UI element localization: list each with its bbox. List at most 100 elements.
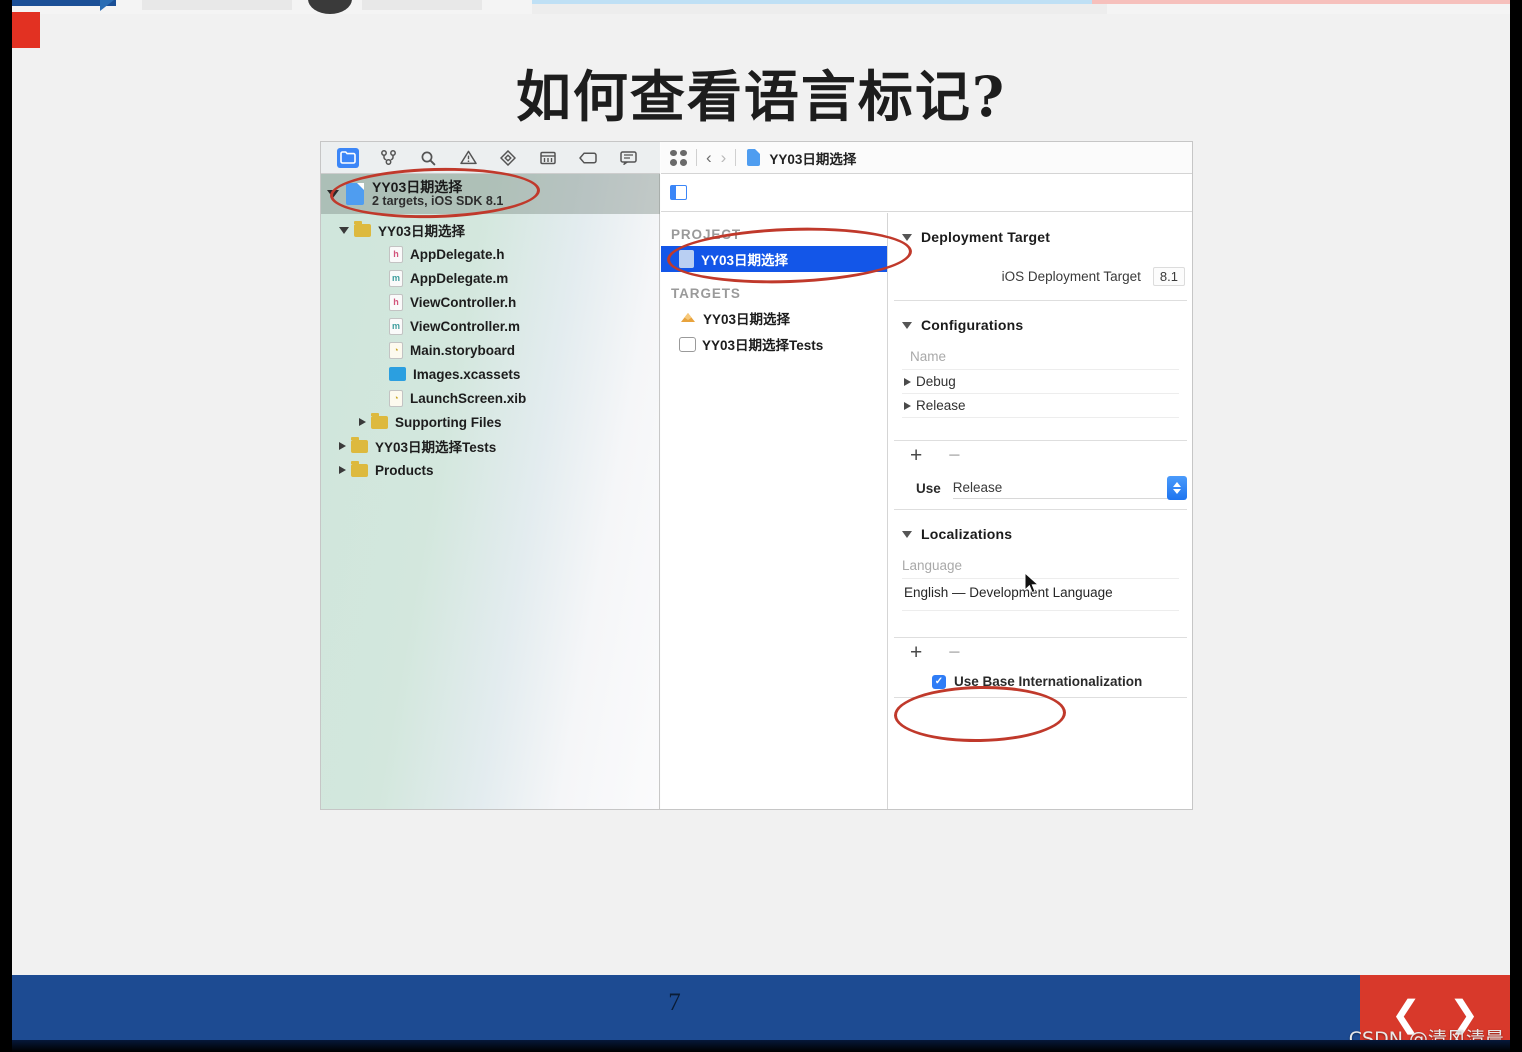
divider-after-localizations: [894, 697, 1187, 698]
use-label: Use: [916, 480, 941, 496]
deployment-target-section-header[interactable]: Deployment Target: [888, 213, 1192, 255]
tree-row[interactable]: m AppDelegate.m: [321, 266, 660, 290]
target-list-item-tests[interactable]: YY03日期选择Tests: [661, 331, 887, 357]
tree-row-label: Supporting Files: [395, 414, 502, 430]
xcode-window: YY03日期选择 2 targets, iOS SDK 8.1 YY03日期选择…: [320, 141, 1193, 810]
slide-title: 如何查看语言标记?: [515, 64, 1007, 129]
remove-localization-button[interactable]: −: [948, 642, 960, 663]
disclosure-triangle-icon[interactable]: [327, 190, 339, 198]
disclosure-triangle-icon[interactable]: [339, 226, 349, 234]
tree-row-label: Products: [375, 462, 434, 478]
tree-row[interactable]: Supporting Files: [321, 410, 660, 434]
tree-row-label: YY03日期选择Tests: [375, 440, 497, 455]
section-disclosure-icon-localizations[interactable]: [902, 530, 912, 538]
disclosure-triangle-icon[interactable]: [339, 442, 346, 450]
section-disclosure-icon[interactable]: [902, 233, 912, 241]
project-item-icon: [679, 250, 694, 268]
folder-icon: [351, 460, 368, 477]
jump-bar: ‹ › YY03日期选择: [661, 142, 1192, 174]
test-bundle-icon: [679, 336, 696, 352]
remove-configuration-button[interactable]: −: [948, 445, 960, 466]
disclosure-triangle-icon[interactable]: [339, 466, 346, 474]
slide-surface: 如何查看语言标记? YY03日期选择 2 targets, iOS SDK 8.…: [12, 0, 1510, 975]
folder-icon: [351, 436, 368, 453]
implementation-file-icon: m: [389, 317, 403, 335]
ios-deployment-target-value[interactable]: 8.1: [1152, 267, 1185, 286]
tree-row[interactable]: ◔ LaunchScreen.xib: [321, 386, 660, 410]
tree-row[interactable]: Products: [321, 458, 660, 482]
project-navigator-icon[interactable]: [337, 147, 359, 168]
add-localization-button[interactable]: +: [910, 642, 922, 663]
disclosure-triangle-icon[interactable]: [359, 418, 366, 426]
section-disclosure-icon-configurations[interactable]: [902, 321, 912, 329]
configurations-column-header: Name: [910, 349, 947, 364]
ios-deployment-target-label: iOS Deployment Target: [1001, 269, 1141, 284]
use-base-internationalization-row[interactable]: ✓ Use Base Internationalization: [888, 666, 1192, 697]
source-control-navigator-icon[interactable]: [377, 148, 399, 168]
targets-group-header: TARGETS: [671, 286, 741, 301]
truncated-top-chrome: [12, 0, 1510, 14]
tree-row[interactable]: h AppDelegate.h: [321, 242, 660, 266]
target-list-item-app[interactable]: YY03日期选择: [661, 305, 887, 331]
report-navigator-icon[interactable]: [617, 148, 639, 168]
use-base-internationalization-label: Use Base Internationalization: [954, 674, 1143, 689]
use-configuration-row: Use Release: [888, 469, 1192, 509]
navigator-project-row[interactable]: YY03日期选择 2 targets, iOS SDK 8.1: [321, 174, 660, 214]
localizations-column-header: Language: [902, 558, 963, 573]
use-base-internationalization-checkbox[interactable]: ✓: [932, 674, 946, 689]
configurations-section-header[interactable]: Configurations: [888, 301, 1192, 343]
ios-deployment-target-row: iOS Deployment Target 8.1: [888, 255, 1192, 300]
header-file-icon: h: [389, 293, 403, 311]
configurations-title: Configurations: [921, 317, 1024, 333]
assets-icon: [389, 367, 406, 381]
config-disclosure-icon-debug[interactable]: [904, 377, 911, 386]
toggle-project-list-icon[interactable]: [670, 185, 687, 200]
localizations-section-header[interactable]: Localizations: [888, 510, 1192, 552]
chrome-ghost-text-b: [362, 0, 482, 10]
jumpbar-divider-2: [735, 149, 737, 166]
tree-row[interactable]: ◔ Main.storyboard: [321, 338, 660, 362]
localizations-title: Localizations: [921, 526, 1013, 542]
configuration-row-release[interactable]: Release: [888, 394, 1192, 417]
storyboard-file-icon: ◔: [389, 341, 403, 359]
configurations-add-remove-bar: + −: [888, 441, 1192, 469]
search-navigator-icon[interactable]: [417, 148, 439, 168]
use-configuration-popup[interactable]: Release: [952, 476, 1187, 500]
tree-row[interactable]: YY03日期选择: [321, 218, 660, 242]
page-number: 7: [668, 989, 681, 1016]
editor-subbar: [661, 174, 1192, 212]
add-configuration-button[interactable]: +: [910, 445, 922, 466]
project-item-label: YY03日期选择: [701, 253, 789, 268]
debug-navigator-icon[interactable]: [537, 148, 559, 168]
localization-row-english[interactable]: English — Development Language: [888, 579, 1192, 610]
tree-row[interactable]: m ViewController.m: [321, 314, 660, 338]
xcodeproj-icon: [346, 183, 364, 205]
folder-icon: [371, 412, 388, 429]
project-name: YY03日期选择: [372, 178, 463, 195]
back-chevron-icon[interactable]: ‹: [706, 149, 712, 166]
test-navigator-diamond-icon[interactable]: [497, 148, 519, 168]
tree-row-label: Images.xcassets: [413, 366, 521, 382]
project-list-item[interactable]: YY03日期选择: [661, 246, 887, 272]
file-tree: YY03日期选择 h AppDelegate.h m AppDelegate.m h Vie…: [321, 218, 660, 482]
target-app-label: YY03日期选择: [703, 312, 791, 327]
jumpbar-divider: [696, 149, 697, 166]
navigator-toolbar: [321, 142, 660, 174]
forward-chevron-icon[interactable]: ›: [721, 149, 727, 166]
tree-row[interactable]: h ViewController.h: [321, 290, 660, 314]
chrome-panel: [532, 4, 1107, 14]
header-file-icon: h: [389, 245, 403, 263]
config-disclosure-icon-release[interactable]: [904, 401, 911, 410]
tree-row[interactable]: YY03日期选择Tests: [321, 434, 660, 458]
configuration-row-debug[interactable]: Debug: [888, 370, 1192, 393]
tree-row[interactable]: Images.xcassets: [321, 362, 660, 386]
localizations-add-remove-bar: + −: [888, 638, 1192, 666]
folder-icon: [354, 220, 371, 237]
issue-navigator-warning-icon[interactable]: [457, 148, 479, 168]
stepper-icon[interactable]: [1167, 476, 1187, 500]
configuration-label-debug: Debug: [916, 374, 956, 389]
project-navigator: YY03日期选择 2 targets, iOS SDK 8.1 YY03日期选择…: [321, 142, 660, 809]
breakpoint-navigator-tag-icon[interactable]: [577, 148, 599, 168]
breadcrumb-label[interactable]: YY03日期选择: [769, 148, 856, 168]
related-items-grid-icon[interactable]: [670, 149, 687, 166]
